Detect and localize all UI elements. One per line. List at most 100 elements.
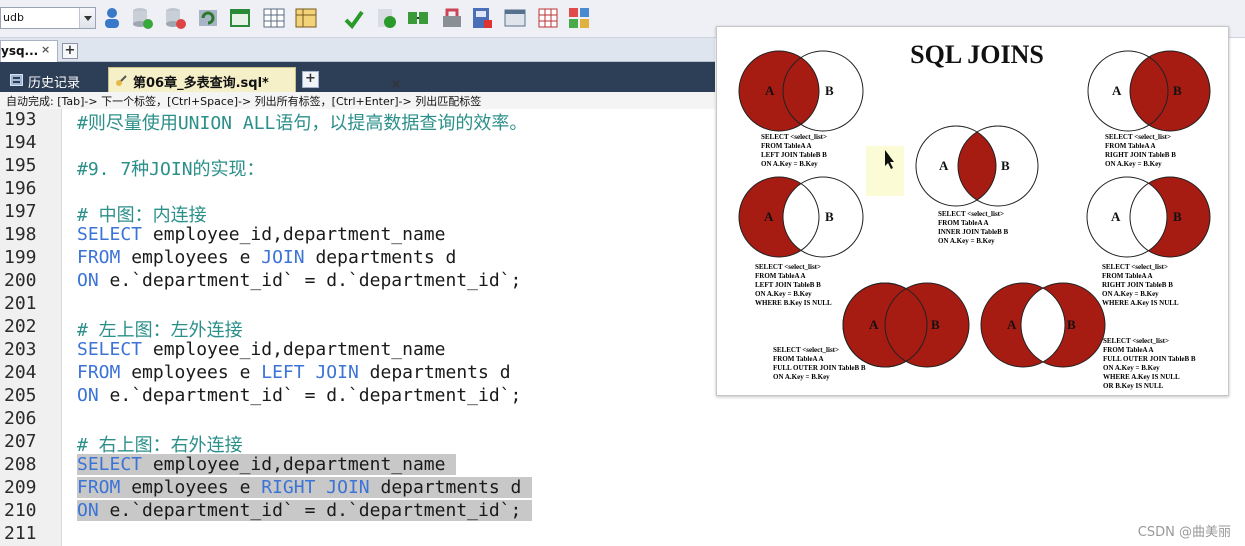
refresh-icon[interactable]: [196, 6, 220, 30]
caption-full-outer-excl: FROM TableA A: [1103, 346, 1154, 354]
venn-label-a: A: [1111, 209, 1121, 224]
cursor-arrow-icon: [885, 150, 894, 169]
caption-full-outer: SELECT <select_list>: [773, 346, 839, 354]
chevron-down-icon[interactable]: [79, 8, 95, 28]
line-number: 195: [4, 155, 37, 176]
code-line[interactable]: FROM employees e JOIN departments d: [77, 247, 456, 268]
caption-left-top: LEFT JOIN TableB B: [761, 151, 827, 159]
venn-label-a: A: [1007, 317, 1017, 332]
code-comment: #则尽量使用UNION ALL语句，以提高数据查询的效率。: [77, 113, 528, 134]
sql-keyword: RIGHT: [261, 477, 316, 498]
code-line[interactable]: ON e.`department_id` = d.`department_id`…: [77, 500, 533, 521]
diagram-title: SQL JOINS: [910, 40, 1044, 69]
line-number: 207: [4, 431, 37, 452]
code-token: employees e: [120, 247, 262, 268]
autocomplete-hint: 自动完成: [Tab]-> 下一个标签，[Ctrl+Space]-> 列出所有标…: [0, 92, 715, 109]
caption-inner: ON A.Key = B.Key: [938, 237, 995, 245]
venn-label-b: B: [825, 83, 834, 98]
history-icon: [10, 74, 23, 86]
schema-designer-icon[interactable]: [440, 6, 464, 30]
sql-keyword: FROM: [77, 362, 121, 383]
caption-right-top: SELECT <select_list>: [1105, 133, 1171, 141]
schema-sync-icon[interactable]: [567, 6, 591, 30]
sql-keyword: ON: [77, 500, 99, 521]
user-icon[interactable]: [100, 6, 124, 30]
sql-keyword: JOIN: [326, 477, 370, 498]
import-icon[interactable]: [536, 6, 560, 30]
venn-left-only: A B: [738, 176, 864, 258]
line-number: 193: [4, 109, 37, 130]
code-line[interactable]: SELECT employee_id,department_name: [77, 339, 445, 360]
code-line[interactable]: #则尽量使用UNION ALL语句，以提高数据查询的效率。: [77, 109, 527, 135]
sql-joins-image: SQL JOINS A B A B A B A B A B A B A B SE…: [716, 26, 1229, 396]
close-icon[interactable]: ×: [41, 43, 50, 56]
mouse-cursor-highlight: [866, 146, 904, 196]
tab-history[interactable]: 历史记录: [4, 68, 106, 92]
code-line[interactable]: ON e.`department_id` = d.`department_id`…: [77, 270, 521, 291]
tab-connection[interactable]: ysq... ×: [0, 40, 58, 62]
sql-keyword: SELECT: [77, 224, 143, 245]
caption-left-top: ON A.Key = B.Key: [761, 160, 818, 168]
caption-inner: INNER JOIN TableB B: [938, 228, 1009, 236]
database-connect-icon[interactable]: [130, 6, 154, 30]
venn-full-outer-exclusive: A B: [980, 282, 1106, 368]
database-select[interactable]: udb: [0, 7, 96, 29]
caption-full-outer-excl: SELECT <select_list>: [1103, 337, 1169, 345]
line-number: 200: [4, 270, 37, 291]
tab-sql-file[interactable]: 第06章_多表查询.sql* ×: [108, 67, 401, 92]
venn-label-b: B: [1173, 209, 1182, 224]
add-editor-tab-button[interactable]: +: [302, 71, 319, 88]
execute-icon[interactable]: [342, 6, 366, 30]
code-token: e.`department_id` = d.`department_id`;: [98, 385, 522, 406]
venn-inner-join: A B: [915, 125, 1039, 207]
backup-icon[interactable]: [470, 6, 494, 30]
sql-keyword: FROM: [77, 477, 121, 498]
editor-tab-bar: 历史记录 第06章_多表查询.sql* × +: [0, 62, 715, 92]
venn-right-join: A B: [1087, 50, 1211, 132]
caption-full-outer-excl: FULL OUTER JOIN TableB B: [1103, 355, 1196, 363]
window-icon[interactable]: [503, 6, 527, 30]
caption-right-top: FROM TableA A: [1105, 142, 1156, 150]
caption-left-only: SELECT <select_list>: [755, 263, 821, 271]
sql-keyword: SELECT: [77, 454, 143, 475]
connection-tab-bar: ysq... × +: [0, 38, 715, 62]
sql-file-icon: [116, 75, 127, 86]
code-token: departments d: [304, 247, 457, 268]
caption-right-top: RIGHT JOIN TableB B: [1105, 151, 1176, 159]
database-add-icon[interactable]: [163, 6, 187, 30]
caption-right-top: ON A.Key = B.Key: [1105, 160, 1162, 168]
tab-history-label: 历史记录: [28, 76, 81, 91]
execute-all-icon[interactable]: [374, 6, 398, 30]
query-builder-icon[interactable]: [406, 6, 430, 30]
line-number: 197: [4, 201, 37, 222]
venn-full-outer-join: A B: [842, 282, 970, 368]
code-editor[interactable]: 193 194 195 196 197 198 199 200 201 202 203 204 205 2…: [0, 109, 715, 546]
code-line[interactable]: SELECT employee_id,department_name: [77, 224, 445, 245]
venn-label-b: B: [1001, 158, 1010, 173]
code-token: departments d: [369, 477, 522, 498]
caption-full-outer: ON A.Key = B.Key: [773, 373, 830, 381]
sql-keyword: LEFT: [261, 362, 305, 383]
code-line[interactable]: SELECT employee_id,department_name: [77, 454, 457, 475]
code-line[interactable]: FROM employees e LEFT JOIN departments d: [77, 362, 511, 383]
caption-right-only: FROM TableA A: [1102, 272, 1153, 280]
code-line[interactable]: ON e.`department_id` = d.`department_id`…: [77, 385, 521, 406]
caption-right-only: SELECT <select_list>: [1102, 263, 1168, 271]
line-number: 208: [4, 454, 37, 475]
table-grid-icon[interactable]: [262, 6, 286, 30]
venn-label-b: B: [1173, 83, 1182, 98]
table-green-icon[interactable]: [228, 6, 252, 30]
code-comment: # 右上图：右外连接: [77, 435, 243, 456]
table-edit-icon[interactable]: [294, 6, 318, 30]
close-icon[interactable]: ×: [391, 77, 401, 91]
code-line[interactable]: #9. 7种JOIN的实现：: [77, 155, 265, 181]
venn-label-a: A: [939, 158, 949, 173]
caption-left-only: WHERE B.Key IS NULL: [755, 299, 832, 307]
caption-left-top: SELECT <select_list>: [761, 133, 827, 141]
code-token: employee_id,department_name: [142, 224, 446, 245]
caption-right-only: RIGHT JOIN TableB B: [1102, 281, 1173, 289]
add-tab-button[interactable]: +: [62, 43, 78, 59]
code-line[interactable]: FROM employees e RIGHT JOIN departments …: [77, 477, 533, 498]
line-number: 202: [4, 316, 37, 337]
